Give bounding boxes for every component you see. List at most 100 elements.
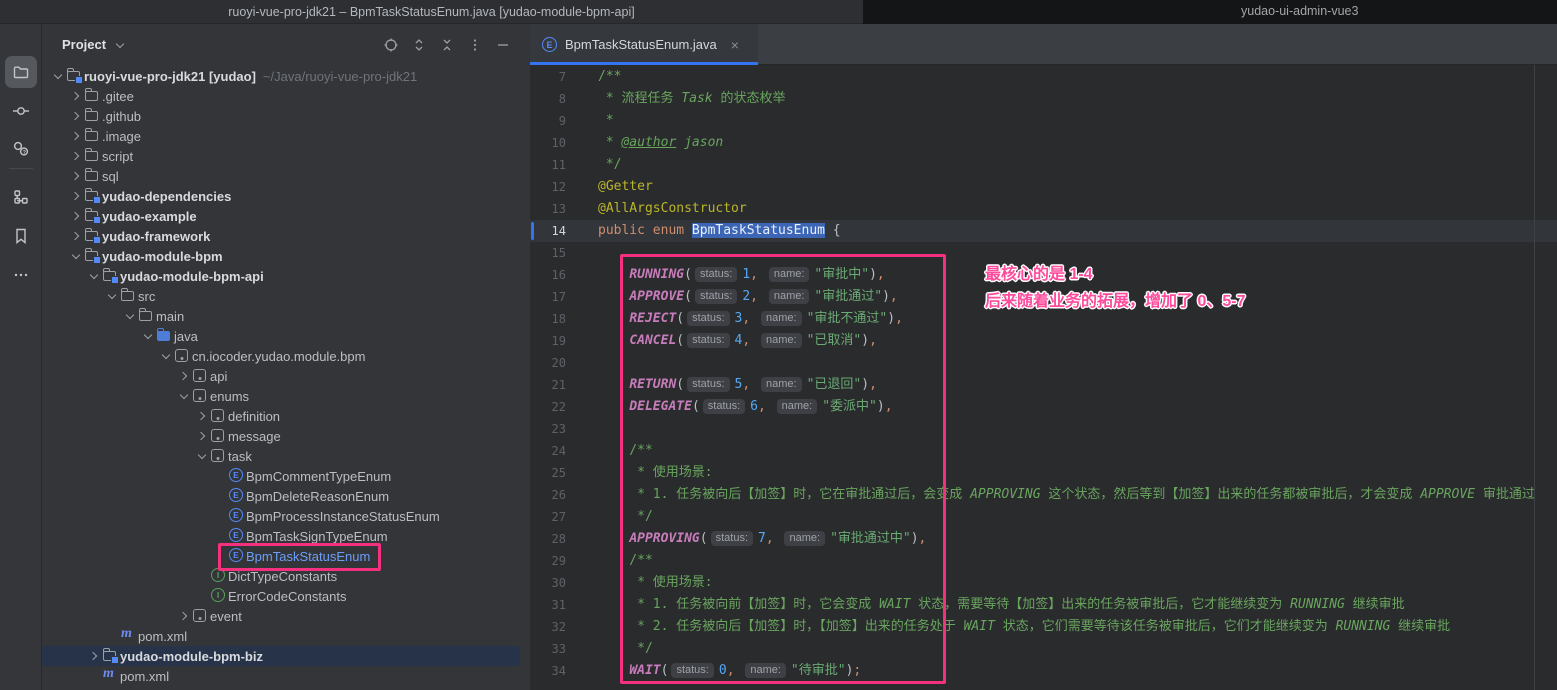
line-number[interactable]: 32 [530,616,566,638]
tree-item-bpmprocessinstancestatusenum[interactable]: EBpmProcessInstanceStatusEnum [42,506,530,526]
tree-item--github[interactable]: .github [42,106,530,126]
tree-item-yudao-dependencies[interactable]: yudao-dependencies [42,186,530,206]
project-panel-title[interactable]: Project [62,37,106,52]
pull-requests-tool-button[interactable]: ? [5,133,37,165]
tree-item-bpmcommenttypeenum[interactable]: EBpmCommentTypeEnum [42,466,530,486]
tree-item-task[interactable]: task [42,446,530,466]
chevron-down-icon[interactable] [104,288,120,304]
code-line-13[interactable]: 13@AllArgsConstructor [530,198,1557,220]
more-tools-button[interactable] [5,259,37,291]
chevron-right-icon[interactable] [68,108,84,124]
line-number[interactable]: 23 [530,418,566,440]
tree-item-api[interactable]: api [42,366,530,386]
project-tool-button[interactable] [5,56,37,88]
chevron-down-icon[interactable] [176,388,192,404]
tree-item--gitee[interactable]: .gitee [42,86,530,106]
line-number[interactable]: 9 [530,110,566,132]
chevron-down-icon[interactable] [68,248,84,264]
tree-item-src[interactable]: src [42,286,530,306]
tree-item-yudao-module-bpm[interactable]: yudao-module-bpm [42,246,530,266]
chevron-right-icon[interactable] [176,368,192,384]
line-number[interactable]: 8 [530,88,566,110]
tree-item-pom-xml[interactable]: mpom.xml [42,666,530,686]
tree-item-yudao-framework[interactable]: yudao-framework [42,226,530,246]
chevron-right-icon[interactable] [68,228,84,244]
hide-panel-button[interactable] [494,36,512,54]
chevron-right-icon[interactable] [68,168,84,184]
chevron-right-icon[interactable] [86,648,102,664]
line-number[interactable]: 16 [530,264,566,286]
tree-item-pom-xml[interactable]: mpom.xml [42,626,530,646]
line-number[interactable]: 30 [530,572,566,594]
chevron-down-icon[interactable] [86,268,102,284]
code-line-11[interactable]: 11 */ [530,154,1557,176]
line-number[interactable]: 11 [530,154,566,176]
code-line-10[interactable]: 10 * @author jason [530,132,1557,154]
chevron-right-icon[interactable] [176,608,192,624]
panel-options-button[interactable] [466,36,484,54]
chevron-right-icon[interactable] [194,408,210,424]
line-number[interactable]: 13 [530,198,566,220]
expand-all-button[interactable] [410,36,428,54]
tree-item-ruoyi-vue-pro-jdk21-yudao-[interactable]: ruoyi-vue-pro-jdk21 [yudao]~/Java/ruoyi-… [42,66,530,86]
line-number[interactable]: 33 [530,638,566,660]
code-line-8[interactable]: 8 * 流程任务 Task 的状态枚举 [530,88,1557,110]
line-number[interactable]: 25 [530,462,566,484]
tree-item-definition[interactable]: definition [42,406,530,426]
line-number[interactable]: 29 [530,550,566,572]
line-number[interactable]: 26 [530,484,566,506]
line-number[interactable]: 27 [530,506,566,528]
tree-item-errorcodeconstants[interactable]: IErrorCodeConstants [42,586,530,606]
line-number[interactable]: 21 [530,374,566,396]
code-line-9[interactable]: 9 * [530,110,1557,132]
line-number[interactable]: 17 [530,286,566,308]
chevron-right-icon[interactable] [194,428,210,444]
tree-item-main[interactable]: main [42,306,530,326]
line-number[interactable]: 15 [530,242,566,264]
line-number[interactable]: 14 [530,220,566,242]
chevron-right-icon[interactable] [68,88,84,104]
chevron-down-icon[interactable] [122,308,138,324]
chevron-down-icon[interactable] [158,348,174,364]
tree-item-enums[interactable]: enums [42,386,530,406]
chevron-down-icon[interactable] [140,328,156,344]
chevron-right-icon[interactable] [68,128,84,144]
tree-item-yudao-module-bpm-api[interactable]: yudao-module-bpm-api [42,266,530,286]
line-number[interactable]: 24 [530,440,566,462]
tree-item-cn-iocoder-yudao-module-bpm[interactable]: cn.iocoder.yudao.module.bpm [42,346,530,366]
tab-bpmtaskstatusenum[interactable]: E BpmTaskStatusEnum.java × [530,24,758,65]
line-number[interactable]: 22 [530,396,566,418]
chevron-right-icon[interactable] [68,188,84,204]
tree-item-bpmdeletereasonenum[interactable]: EBpmDeleteReasonEnum [42,486,530,506]
tree-item--image[interactable]: .image [42,126,530,146]
line-number[interactable]: 34 [530,660,566,682]
tree-item-sql[interactable]: sql [42,166,530,186]
line-number[interactable]: 18 [530,308,566,330]
bookmarks-tool-button[interactable] [5,220,37,252]
line-number[interactable]: 20 [530,352,566,374]
code-line-12[interactable]: 12@Getter [530,176,1557,198]
line-number[interactable]: 28 [530,528,566,550]
line-number[interactable]: 7 [530,66,566,88]
locate-file-button[interactable] [382,36,400,54]
tree-item-yudao-module-bpm-biz[interactable]: yudao-module-bpm-biz [42,646,520,666]
code-line-14[interactable]: 14public enum BpmTaskStatusEnum { [530,220,1557,242]
line-number[interactable]: 19 [530,330,566,352]
chevron-right-icon[interactable] [68,208,84,224]
line-number[interactable]: 31 [530,594,566,616]
chevron-down-icon[interactable] [50,68,66,84]
tree-item-event[interactable]: event [42,606,530,626]
tab-close-icon[interactable]: × [731,37,739,53]
structure-tool-button[interactable] [5,181,37,213]
code-line-7[interactable]: 7/** [530,66,1557,88]
commit-tool-button[interactable] [5,95,37,127]
tree-item-yudao-example[interactable]: yudao-example [42,206,530,226]
line-number[interactable]: 12 [530,176,566,198]
collapse-all-button[interactable] [438,36,456,54]
tree-item-java[interactable]: java [42,326,530,346]
chevron-right-icon[interactable] [68,148,84,164]
chevron-down-icon[interactable] [194,448,210,464]
line-number[interactable]: 10 [530,132,566,154]
tree-item-script[interactable]: script [42,146,530,166]
chevron-down-icon[interactable] [112,37,128,53]
